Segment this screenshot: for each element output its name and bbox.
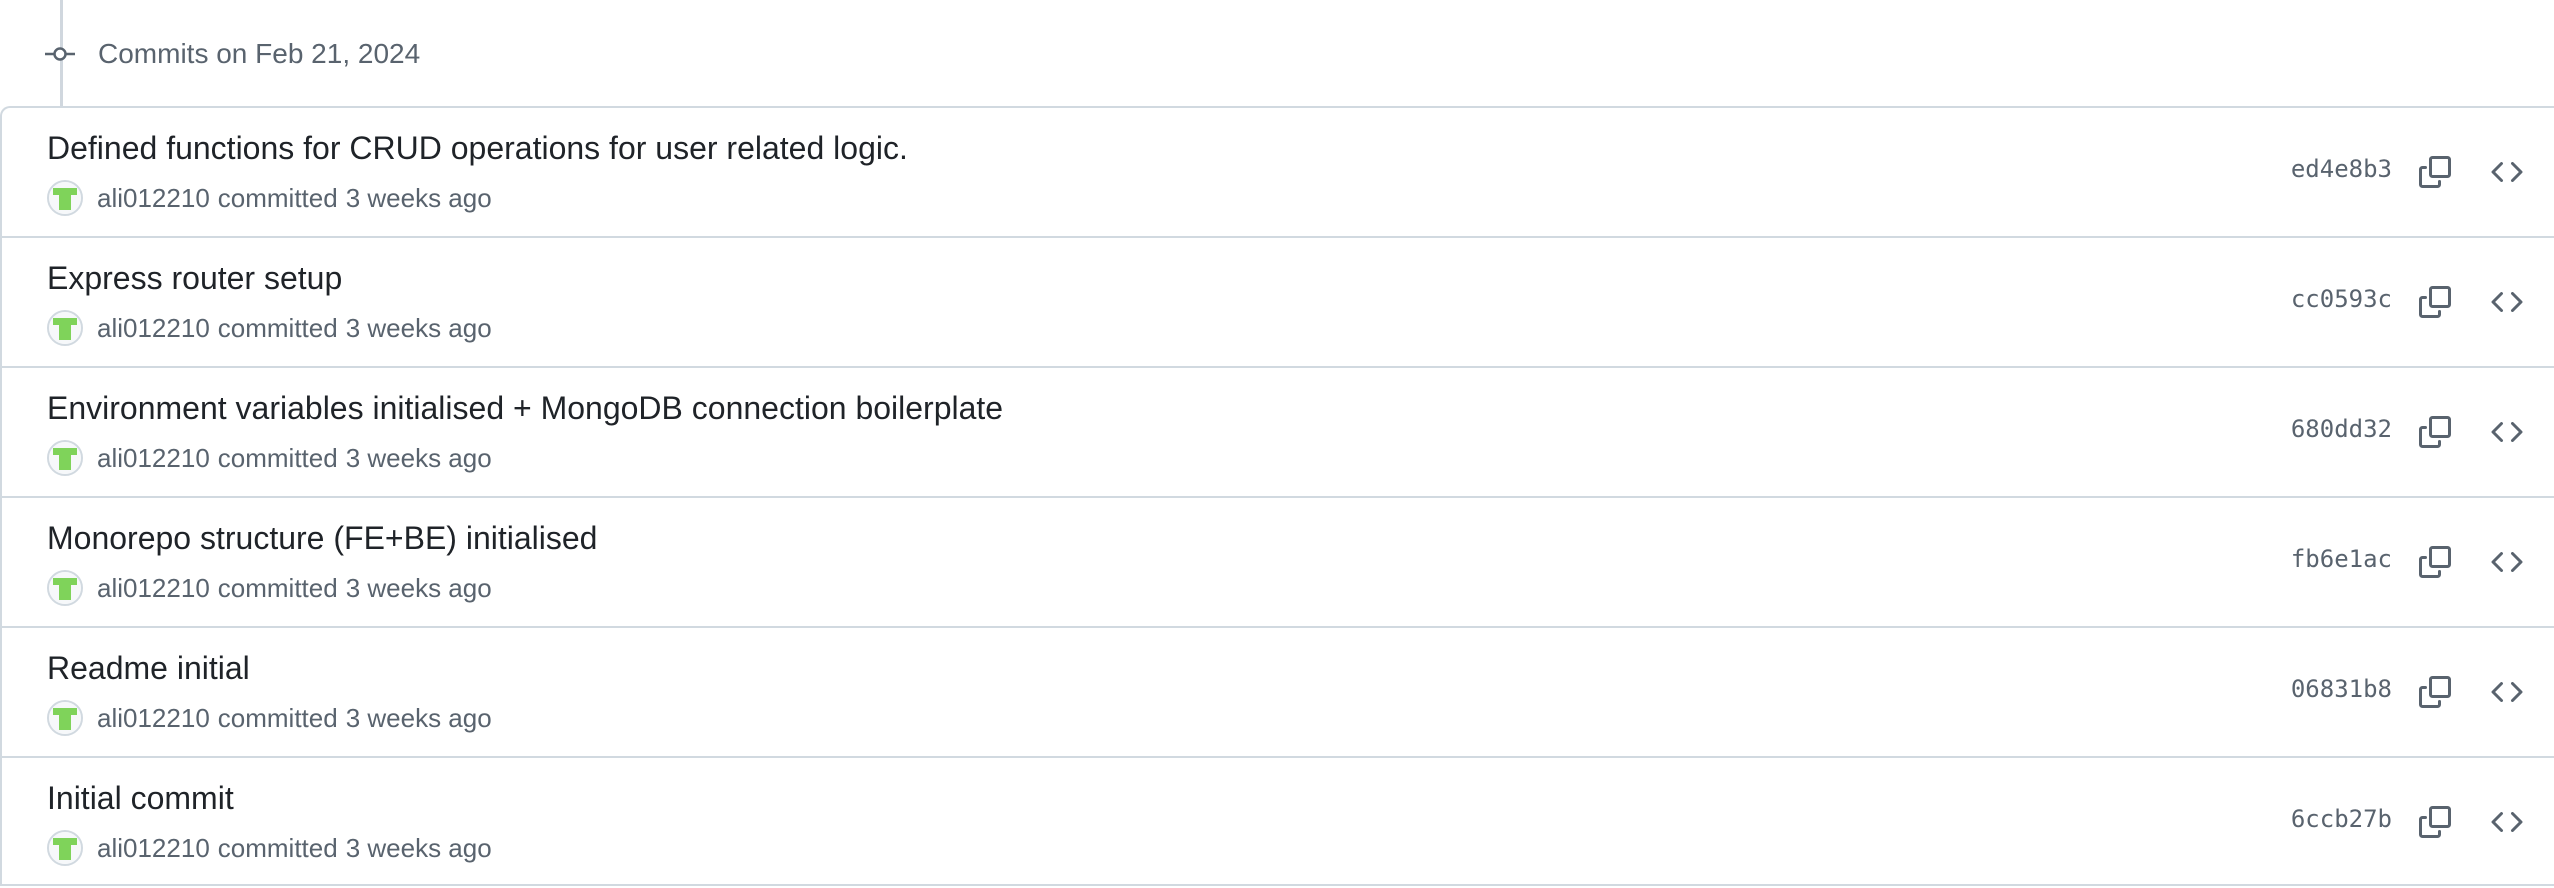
copy-sha-button[interactable] <box>2409 536 2461 588</box>
commit-time[interactable]: 3 weeks ago <box>346 833 492 864</box>
copy-icon <box>2419 156 2451 188</box>
commit-row: Defined functions for CRUD operations fo… <box>2 108 2554 238</box>
commit-author-link[interactable]: ali012210 <box>97 703 210 734</box>
avatar[interactable] <box>47 180 83 216</box>
code-icon <box>2491 161 2523 183</box>
commit-list: Defined functions for CRUD operations fo… <box>0 106 2554 886</box>
avatar[interactable] <box>47 440 83 476</box>
commit-action-text: committed <box>217 182 338 213</box>
commit-sha-link[interactable]: 06831b8 <box>2291 675 2392 703</box>
avatar[interactable] <box>47 310 83 346</box>
commit-meta: ali012210 committed 3 weeks ago <box>47 440 492 476</box>
code-icon <box>2491 421 2523 443</box>
commit-action-text: committed <box>217 702 338 733</box>
commit-action-text: committed <box>217 572 338 603</box>
commit-time[interactable]: 3 weeks ago <box>346 183 492 214</box>
browse-repo-button[interactable] <box>2481 666 2533 718</box>
commit-author-link[interactable]: ali012210 <box>97 833 210 864</box>
commit-action-text: committed <box>217 832 338 863</box>
commit-action-text: committed <box>217 312 338 343</box>
commit-message-link[interactable]: Monorepo structure (FE+BE) initialised <box>47 520 597 557</box>
code-icon <box>2491 681 2523 703</box>
copy-sha-button[interactable] <box>2409 666 2461 718</box>
commit-sha-link[interactable]: cc0593c <box>2291 285 2392 313</box>
commit-time[interactable]: 3 weeks ago <box>346 573 492 604</box>
commit-author-link[interactable]: ali012210 <box>97 573 210 604</box>
commit-time[interactable]: 3 weeks ago <box>346 703 492 734</box>
code-icon <box>2491 551 2523 573</box>
avatar[interactable] <box>47 830 83 866</box>
browse-repo-button[interactable] <box>2481 536 2533 588</box>
commit-sha-link[interactable]: 680dd32 <box>2291 415 2392 443</box>
commit-group-date: Commits on Feb 21, 2024 <box>98 38 421 69</box>
copy-sha-button[interactable] <box>2409 796 2461 848</box>
copy-sha-button[interactable] <box>2409 276 2461 328</box>
commit-message-link[interactable]: Environment variables initialised + Mong… <box>47 390 1003 427</box>
commit-message-link[interactable]: Readme initial <box>47 650 250 687</box>
commit-author-link[interactable]: ali012210 <box>97 313 210 344</box>
browse-repo-button[interactable] <box>2481 146 2533 198</box>
commit-action-text: committed <box>217 442 338 473</box>
commit-message-link[interactable]: Defined functions for CRUD operations fo… <box>47 130 908 167</box>
commit-row: Environment variables initialised + Mong… <box>2 368 2554 498</box>
code-icon <box>2491 291 2523 313</box>
commit-time[interactable]: 3 weeks ago <box>346 443 492 474</box>
commit-meta: ali012210 committed 3 weeks ago <box>47 180 492 216</box>
commit-row: Monorepo structure (FE+BE) initialised a… <box>2 498 2554 628</box>
commit-sha-link[interactable]: ed4e8b3 <box>2291 155 2392 183</box>
commit-sha-link[interactable]: fb6e1ac <box>2291 545 2392 573</box>
commit-message-link[interactable]: Initial commit <box>47 780 234 817</box>
copy-icon <box>2419 806 2451 838</box>
copy-icon <box>2419 546 2451 578</box>
avatar[interactable] <box>47 570 83 606</box>
commit-meta: ali012210 committed 3 weeks ago <box>47 700 492 736</box>
copy-icon <box>2419 676 2451 708</box>
copy-sha-button[interactable] <box>2409 406 2461 458</box>
browse-repo-button[interactable] <box>2481 406 2533 458</box>
browse-repo-button[interactable] <box>2481 276 2533 328</box>
commit-author-link[interactable]: ali012210 <box>97 183 210 214</box>
git-commit-icon <box>44 32 76 76</box>
commit-row: Initial commit ali012210 committed 3 wee… <box>2 758 2554 888</box>
copy-icon <box>2419 286 2451 318</box>
avatar[interactable] <box>47 700 83 736</box>
commit-meta: ali012210 committed 3 weeks ago <box>47 570 492 606</box>
commit-time[interactable]: 3 weeks ago <box>346 313 492 344</box>
commit-row: Express router setup ali012210 committed… <box>2 238 2554 368</box>
commit-row: Readme initial ali012210 committed 3 wee… <box>2 628 2554 758</box>
commit-meta: ali012210 committed 3 weeks ago <box>47 830 492 866</box>
commit-group-header: Commits on Feb 21, 2024 <box>44 32 420 76</box>
code-icon <box>2491 811 2523 833</box>
commit-sha-link[interactable]: 6ccb27b <box>2291 805 2392 833</box>
commit-meta: ali012210 committed 3 weeks ago <box>47 310 492 346</box>
commit-author-link[interactable]: ali012210 <box>97 443 210 474</box>
copy-icon <box>2419 416 2451 448</box>
copy-sha-button[interactable] <box>2409 146 2461 198</box>
commit-message-link[interactable]: Express router setup <box>47 260 342 297</box>
browse-repo-button[interactable] <box>2481 796 2533 848</box>
